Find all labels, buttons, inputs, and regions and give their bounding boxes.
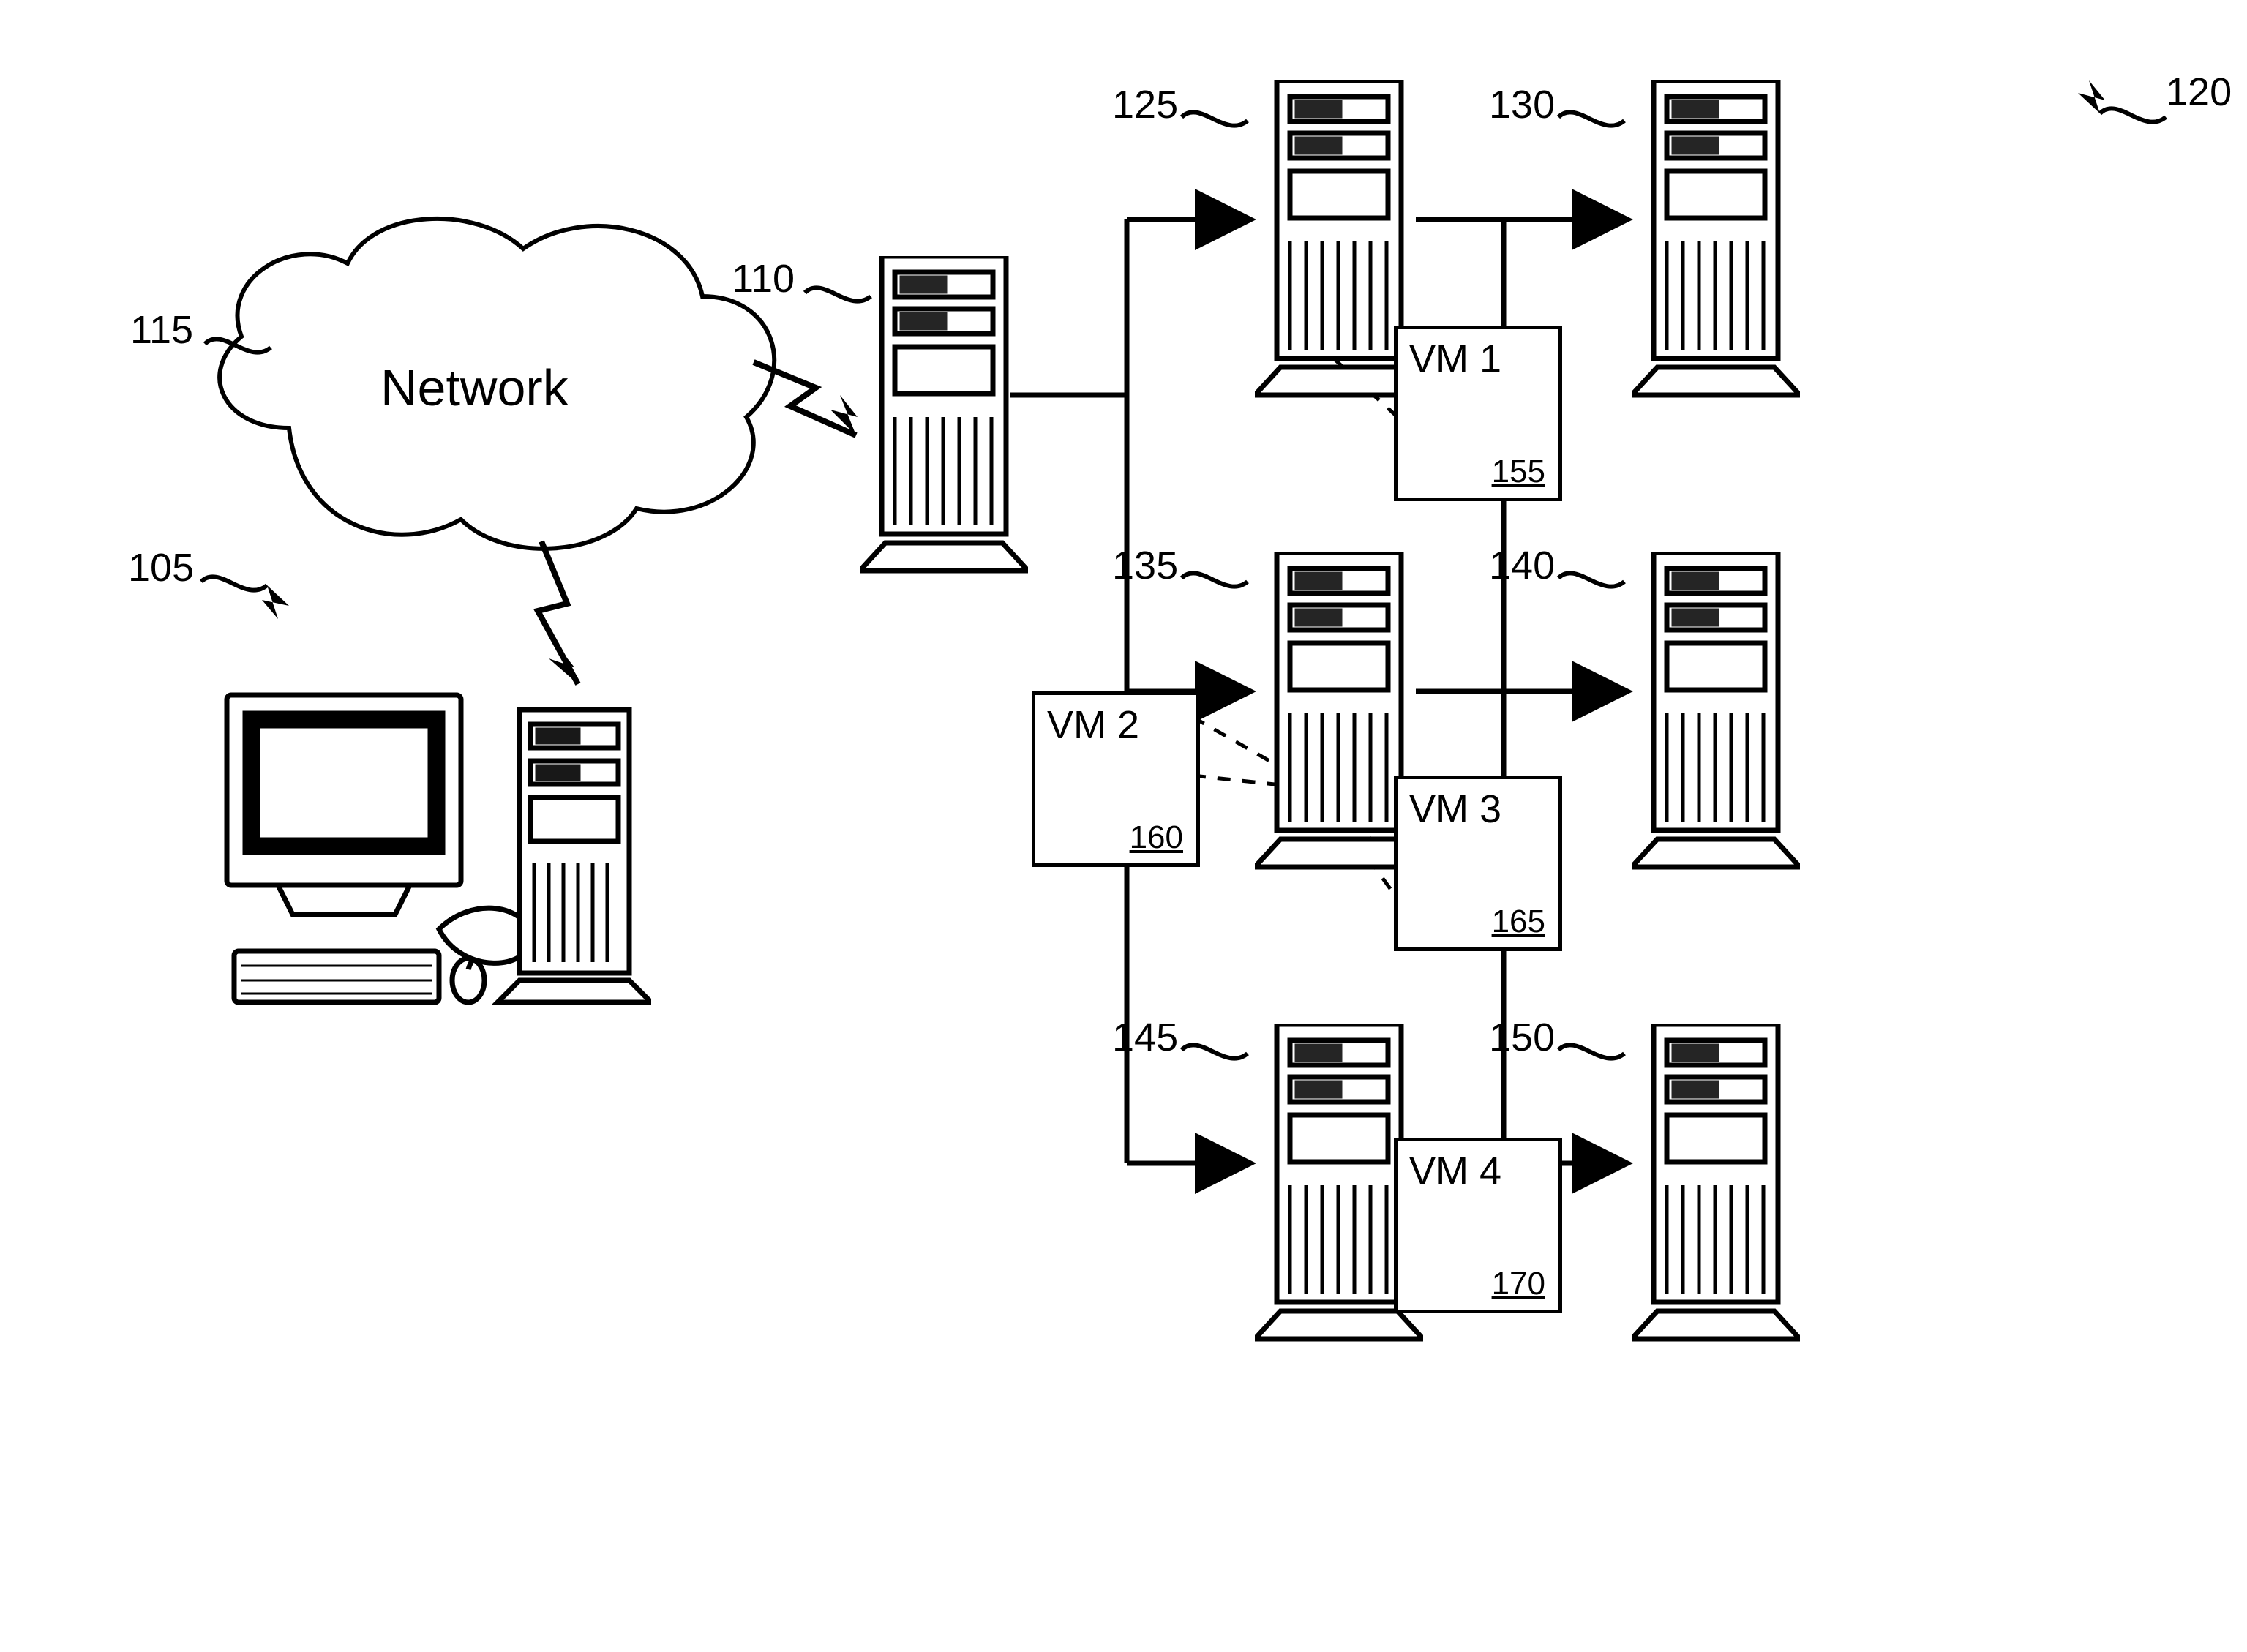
squiggle-130: [1558, 112, 1624, 125]
vm3-ref: 165: [1492, 904, 1545, 940]
vm1-ref: 155: [1492, 454, 1545, 490]
squiggle-105: [201, 577, 289, 619]
ref-120: 120: [2166, 70, 2232, 115]
vm-box-1: VM 1 155: [1394, 326, 1562, 501]
ref-130: 130: [1489, 82, 1555, 127]
network-label: Network: [380, 358, 569, 417]
squiggle-150: [1558, 1045, 1624, 1058]
ref-105: 105: [128, 545, 194, 590]
vm-box-4: VM 4 170: [1394, 1138, 1562, 1313]
server-140: [1632, 552, 1800, 874]
lightning-2: [538, 541, 578, 684]
server-130: [1632, 80, 1800, 402]
ref-110: 110: [732, 256, 795, 301]
vm3-title: VM 3: [1409, 786, 1501, 832]
ref-125: 125: [1112, 82, 1178, 127]
ref-140: 140: [1489, 543, 1555, 588]
ref-135: 135: [1112, 543, 1178, 588]
ref-115: 115: [130, 307, 193, 353]
vm4-title: VM 4: [1409, 1149, 1501, 1194]
vm2-title: VM 2: [1047, 702, 1139, 748]
vm-box-2: VM 2 160: [1032, 691, 1200, 867]
squiggle-145: [1182, 1045, 1248, 1058]
squiggle-135: [1182, 573, 1248, 586]
vm4-ref: 170: [1492, 1266, 1545, 1302]
ref-145: 145: [1112, 1015, 1178, 1060]
workstation-icon: [212, 680, 651, 1046]
squiggle-140: [1558, 573, 1624, 586]
squiggle-125: [1182, 112, 1248, 125]
squiggle-120: [2078, 80, 2166, 122]
ref-150: 150: [1489, 1015, 1555, 1060]
server-150: [1632, 1024, 1800, 1346]
server-110: [860, 256, 1028, 578]
vm2-ref: 160: [1130, 819, 1183, 856]
vm1-title: VM 1: [1409, 337, 1501, 382]
vm-box-3: VM 3 165: [1394, 776, 1562, 951]
